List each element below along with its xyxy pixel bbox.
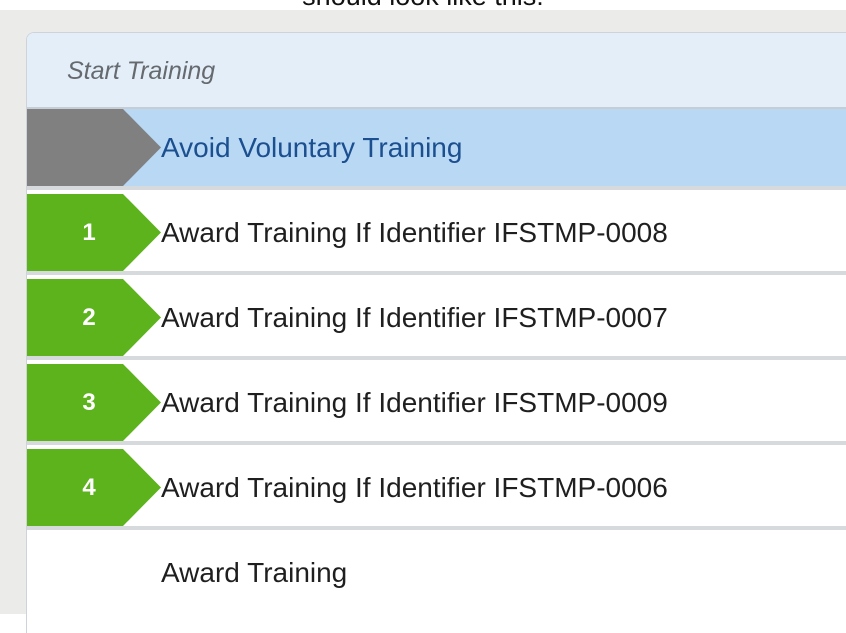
row-label: Award Training If Identifier IFSTMP-0006 xyxy=(161,472,668,503)
list-item-avoid-voluntary-training[interactable]: Avoid Voluntary Training xyxy=(27,109,846,190)
row-label: Award Training xyxy=(161,557,348,588)
row-number: 4 xyxy=(82,474,96,501)
list-item-ifstmp-0009[interactable]: 3 Award Training If Identifier IFSTMP-00… xyxy=(27,364,846,445)
panel-header-title: Start Training xyxy=(67,57,216,85)
list-item-ifstmp-0007[interactable]: 2 Award Training If Identifier IFSTMP-00… xyxy=(27,279,846,360)
row-marker-arrow: 1 xyxy=(27,194,161,271)
row-marker-arrow: 2 xyxy=(27,279,161,356)
row-number: 3 xyxy=(82,389,96,416)
training-list-panel: Start Training Avoid Voluntary Training … xyxy=(26,32,846,633)
row-number: 2 xyxy=(82,304,96,331)
row-label: Award Training If Identifier IFSTMP-0008 xyxy=(161,217,668,248)
row-label: Avoid Voluntary Training xyxy=(161,132,463,163)
row-label: Award Training If Identifier IFSTMP-0007 xyxy=(161,302,668,333)
row-marker-arrow: 3 xyxy=(27,364,161,441)
page-background: Start Training Avoid Voluntary Training … xyxy=(0,10,846,633)
row-number: 1 xyxy=(82,219,96,246)
panel-header: Start Training xyxy=(27,33,846,109)
list-item-ifstmp-0008[interactable]: 1 Award Training If Identifier IFSTMP-00… xyxy=(27,194,846,275)
list-item-ifstmp-0006[interactable]: 4 Award Training If Identifier IFSTMP-00… xyxy=(27,449,846,530)
row-number xyxy=(27,109,123,186)
row-marker-arrow xyxy=(27,109,161,186)
list-item-award-training[interactable]: Award Training xyxy=(27,534,846,615)
row-marker-arrow: 4 xyxy=(27,449,161,526)
row-label: Award Training If Identifier IFSTMP-0009 xyxy=(161,387,668,418)
